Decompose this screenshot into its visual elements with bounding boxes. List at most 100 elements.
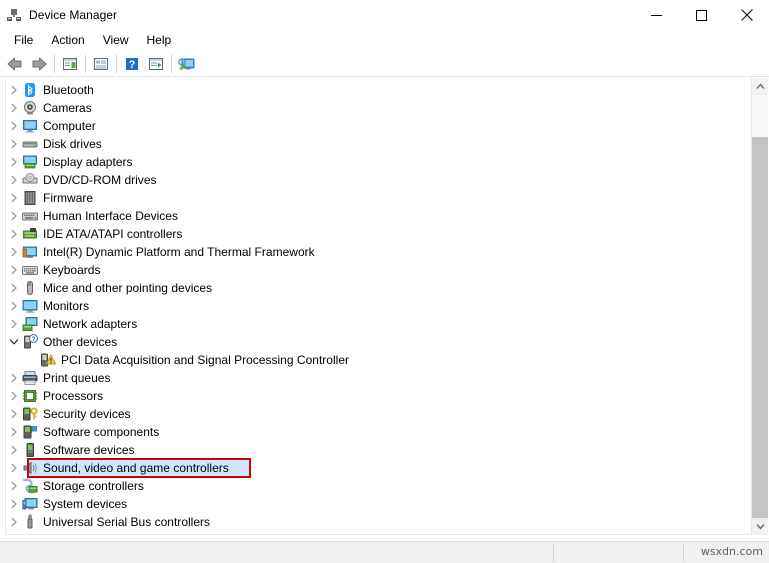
scroll-down-arrow-icon[interactable] (752, 518, 768, 535)
chevron-right-icon[interactable] (6, 477, 22, 495)
camera-icon (22, 100, 38, 116)
maximize-button[interactable] (679, 0, 724, 30)
chevron-down-icon[interactable] (6, 333, 22, 351)
scroll-up-arrow-icon[interactable] (752, 78, 768, 95)
device-tree-panel[interactable]: Bluetooth Cameras Computer Disk drives Displ… (5, 78, 763, 535)
ide-controller-icon (22, 226, 38, 242)
chevron-right-icon[interactable] (6, 315, 22, 333)
chevron-right-icon[interactable] (6, 153, 22, 171)
tree-item[interactable]: Security devices (6, 405, 746, 423)
chevron-right-icon[interactable] (6, 513, 22, 531)
tree-item-label: Keyboards (43, 263, 101, 277)
tree-item-label: Human Interface Devices (43, 209, 178, 223)
minimize-button[interactable] (634, 0, 679, 30)
chevron-right-icon[interactable] (6, 279, 22, 297)
vertical-scrollbar[interactable] (751, 78, 768, 535)
tree-item[interactable]: Display adapters (6, 153, 746, 171)
menu-action[interactable]: Action (42, 31, 93, 50)
tree-item[interactable]: Monitors (6, 297, 746, 315)
chevron-right-icon[interactable] (6, 495, 22, 513)
tree-item[interactable]: Bluetooth (6, 81, 746, 99)
tree-item[interactable]: Intel(R) Dynamic Platform and Thermal Fr… (6, 243, 746, 261)
bluetooth-icon (22, 82, 38, 98)
chevron-right-icon[interactable] (6, 423, 22, 441)
chevron-right-icon[interactable] (6, 81, 22, 99)
network-adapter-icon (22, 316, 38, 332)
chevron-right-icon[interactable] (6, 135, 22, 153)
tree-item[interactable]: ? Other devices (6, 333, 746, 351)
watermark-text: wsxdn.com (700, 545, 763, 558)
tree-item-label: Display adapters (43, 155, 133, 169)
tree-item-label: Security devices (43, 407, 131, 421)
device-manager-window: Device Manager File Action View Help ? B… (0, 0, 769, 563)
tree-item-label: Disk drives (43, 137, 102, 151)
chevron-right-icon[interactable] (6, 243, 22, 261)
menu-help[interactable]: Help (138, 31, 181, 50)
chevron-right-icon[interactable] (6, 117, 22, 135)
forward-arrow-icon[interactable] (27, 53, 51, 75)
device-tree: Bluetooth Cameras Computer Disk drives Displ… (6, 81, 746, 531)
scrollbar-track[interactable] (752, 137, 768, 518)
tree-item-label: Storage controllers (43, 479, 144, 493)
tree-item[interactable]: IDE ATA/ATAPI controllers (6, 225, 746, 243)
chevron-right-icon[interactable] (6, 261, 22, 279)
tree-item[interactable]: Network adapters (6, 315, 746, 333)
tree-item[interactable]: Human Interface Devices (6, 207, 746, 225)
tree-item[interactable]: Keyboards (6, 261, 746, 279)
software-device-icon (22, 442, 38, 458)
tree-item-label: IDE ATA/ATAPI controllers (43, 227, 183, 241)
tree-item[interactable]: Print queues (6, 369, 746, 387)
sound-controller-icon (22, 460, 38, 476)
storage-controller-icon (22, 478, 38, 494)
chevron-right-icon[interactable] (6, 189, 22, 207)
menu-file[interactable]: File (5, 31, 42, 50)
tree-item[interactable]: DVD/CD-ROM drives (6, 171, 746, 189)
back-arrow-icon[interactable] (3, 53, 27, 75)
tree-item-label: Print queues (43, 371, 111, 385)
tree-item[interactable]: PCI Data Acquisition and Signal Processi… (6, 351, 746, 369)
tree-item[interactable]: Software devices (6, 441, 746, 459)
tree-item-label: Other devices (43, 335, 118, 349)
tree-item[interactable]: System devices (6, 495, 746, 513)
help-icon[interactable]: ? (120, 53, 144, 75)
close-button[interactable] (724, 0, 769, 30)
tree-item-label: System devices (43, 497, 128, 511)
scan-hardware-changes-icon[interactable] (175, 53, 199, 75)
dvd-drive-icon (22, 172, 38, 188)
chevron-right-icon[interactable] (6, 99, 22, 117)
chevron-right-icon[interactable] (6, 369, 22, 387)
tree-item[interactable]: Disk drives (6, 135, 746, 153)
tree-item-label: Universal Serial Bus controllers (43, 515, 211, 529)
tree-item-label: Mice and other pointing devices (43, 281, 213, 295)
tree-item[interactable]: Firmware (6, 189, 746, 207)
tree-item[interactable]: Software components (6, 423, 746, 441)
chevron-right-icon[interactable] (6, 405, 22, 423)
tree-item[interactable]: Universal Serial Bus controllers (6, 513, 746, 531)
chevron-right-icon[interactable] (6, 387, 22, 405)
chevron-right-icon[interactable] (6, 459, 22, 477)
chevron-right-icon[interactable] (6, 171, 22, 189)
processor-icon (22, 388, 38, 404)
tree-item[interactable]: Storage controllers (6, 477, 746, 495)
chevron-right-icon[interactable] (6, 225, 22, 243)
tree-item[interactable]: Cameras (6, 99, 746, 117)
software-component-icon (22, 424, 38, 440)
show-hide-console-tree-icon[interactable] (58, 53, 82, 75)
tree-item-label: Software components (43, 425, 160, 439)
properties-icon[interactable] (89, 53, 113, 75)
firmware-icon (22, 190, 38, 206)
tree-item[interactable]: Mice and other pointing devices (6, 279, 746, 297)
tree-item[interactable]: Sound, video and game controllers (6, 458, 746, 478)
usb-controller-icon (22, 514, 38, 530)
chevron-right-icon[interactable] (6, 441, 22, 459)
scrollbar-thumb[interactable] (752, 95, 768, 137)
security-device-icon (22, 406, 38, 422)
chevron-right-icon[interactable] (6, 207, 22, 225)
tree-item-label: PCI Data Acquisition and Signal Processi… (61, 353, 350, 367)
update-driver-icon[interactable] (144, 53, 168, 75)
tree-item[interactable]: Processors (6, 387, 746, 405)
menu-view[interactable]: View (94, 31, 138, 50)
chevron-right-icon[interactable] (6, 297, 22, 315)
tree-item[interactable]: Computer (6, 117, 746, 135)
